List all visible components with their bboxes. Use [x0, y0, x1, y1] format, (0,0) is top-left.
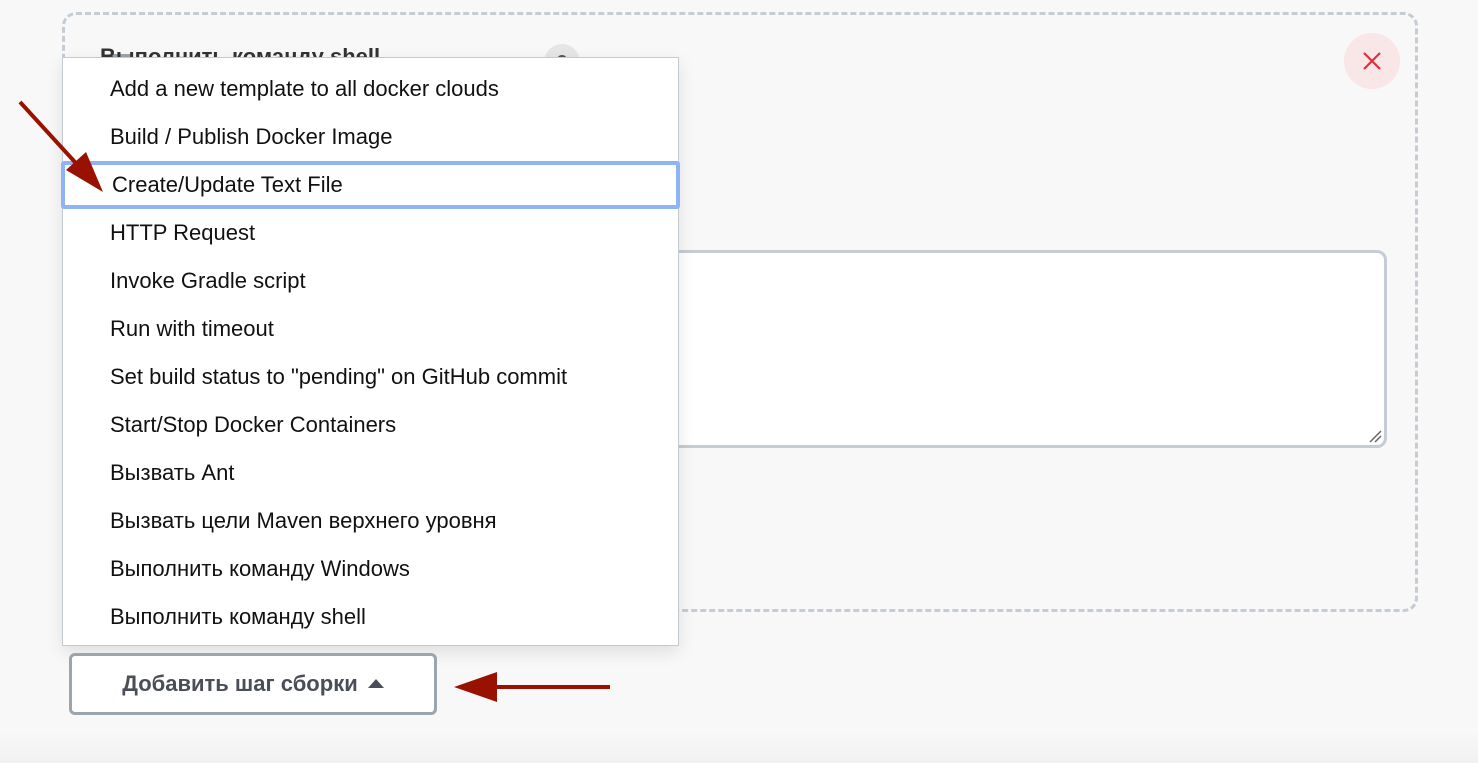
command-textarea[interactable] — [640, 250, 1387, 448]
menu-item[interactable]: Add a new template to all docker clouds — [63, 65, 678, 113]
menu-item[interactable]: Вызвать цели Maven верхнего уровня — [63, 497, 678, 545]
menu-item[interactable]: Start/Stop Docker Containers — [63, 401, 678, 449]
menu-item[interactable]: Выполнить команду shell — [63, 593, 678, 641]
menu-item[interactable]: Вызвать Ant — [63, 449, 678, 497]
menu-item[interactable]: HTTP Request — [63, 209, 678, 257]
menu-item[interactable]: Set build status to "pending" on GitHub … — [63, 353, 678, 401]
add-build-step-label: Добавить шаг сборки — [122, 671, 358, 696]
menu-item-focused[interactable]: Create/Update Text File — [61, 161, 680, 209]
menu-item[interactable]: Invoke Gradle script — [63, 257, 678, 305]
page-footer-shadow — [0, 730, 1478, 763]
menu-item[interactable]: Выполнить команду Windows — [63, 545, 678, 593]
close-icon — [1363, 52, 1381, 70]
caret-up-icon — [367, 678, 384, 688]
resize-grip-icon[interactable] — [1368, 429, 1382, 443]
add-build-step-button[interactable]: Добавить шаг сборки — [69, 653, 437, 715]
menu-item[interactable]: Run with timeout — [63, 305, 678, 353]
delete-step-button[interactable] — [1344, 33, 1400, 89]
add-build-step-menu: Add a new template to all docker clouds … — [61, 57, 680, 646]
menu-item[interactable]: Build / Publish Docker Image — [63, 113, 678, 161]
arrow-to-add-build-step-button — [454, 672, 610, 702]
